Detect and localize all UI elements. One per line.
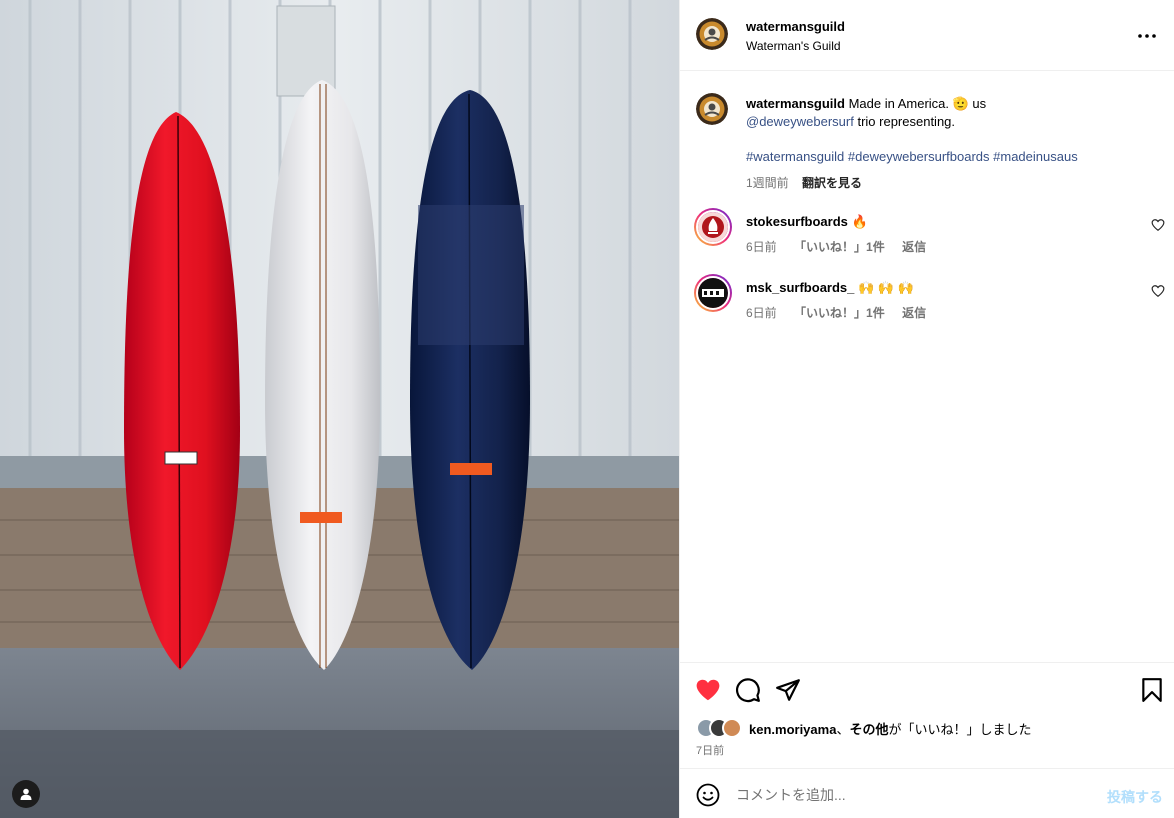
liked-by-username[interactable]: ken.moriyama (749, 722, 836, 737)
avatar[interactable] (696, 18, 728, 50)
caption-avatar[interactable] (696, 93, 728, 125)
comment-item: msk_surfboards_ 🙌 🙌 🙌 6日前 「いいね！」1件 返信 (680, 274, 1174, 334)
post-comment-button[interactable]: 投稿する (1107, 787, 1163, 807)
comment-body: 🔥 (847, 214, 868, 229)
more-options-button[interactable] (1135, 24, 1159, 48)
comment-item: stokesurfboards 🔥 6日前 「いいね！」1件 返信 (680, 208, 1174, 268)
surfboards-image (0, 0, 679, 818)
commenter-avatar[interactable] (694, 208, 732, 246)
msk-surfboards-logo-icon (698, 278, 728, 308)
comment-username[interactable]: stokesurfboards (746, 214, 848, 229)
instagram-post-modal: watermansguild Waterman's Guild waterman… (0, 0, 1174, 818)
send-icon[interactable] (775, 677, 801, 703)
post-actions: ken.moriyama、その他が「いいね！」しました 7日前 (680, 662, 1174, 768)
see-translation-button[interactable]: 翻訳を見る (802, 176, 862, 190)
liked-by-others[interactable]: その他 (849, 722, 888, 737)
caption-mention-link[interactable]: @deweywebersurf (746, 114, 854, 129)
comment-time[interactable]: 6日前 (746, 240, 777, 254)
comment-text: stokesurfboards 🔥 (746, 214, 868, 230)
heart-outline-icon[interactable] (1151, 284, 1165, 298)
caption-username[interactable]: watermansguild (746, 96, 845, 111)
liked-by-separator: 、 (836, 721, 850, 737)
caption-text-3: trio representing. (853, 114, 956, 129)
post-author-subtitle[interactable]: Waterman's Guild (746, 39, 841, 53)
liked-by-suffix: が「いいね！」しました (888, 721, 1032, 737)
comment-username[interactable]: msk_surfboards_ (746, 280, 854, 295)
comment-likes[interactable]: 「いいね！」1件 (794, 240, 885, 254)
more-horizontal-icon (1138, 34, 1156, 38)
comment-input[interactable] (736, 782, 1096, 808)
watermansguild-logo-icon (696, 18, 728, 50)
comment-text: msk_surfboards_ 🙌 🙌 🙌 (746, 280, 914, 296)
post-header: watermansguild Waterman's Guild (680, 0, 1174, 71)
post-author-username[interactable]: watermansguild (746, 19, 845, 34)
caption-text: Made in America. (844, 96, 953, 111)
add-comment-bar: 投稿する (680, 768, 1174, 818)
commenter-avatar[interactable] (694, 274, 732, 312)
stokesurfboards-logo-icon (698, 212, 728, 242)
comment-time[interactable]: 6日前 (746, 306, 777, 320)
caption-meta: 1週間前 翻訳を見る (746, 174, 862, 191)
heart-filled-icon[interactable] (695, 677, 721, 703)
comment-meta: 6日前 「いいね！」1件 返信 (746, 304, 940, 321)
reply-button[interactable]: 返信 (902, 306, 926, 320)
post-caption: watermansguild Made in America. 🫡 us @de… (746, 95, 1146, 131)
user-icon (20, 788, 32, 800)
bookmark-icon[interactable] (1139, 677, 1165, 703)
post-date[interactable]: 7日前 (696, 742, 724, 758)
emoji-icon[interactable] (696, 783, 720, 807)
comments-section: watermansguild Made in America. 🫡 us @de… (680, 72, 1174, 662)
post-side-panel: watermansguild Waterman's Guild waterman… (679, 0, 1174, 818)
caption-hashtags[interactable]: #watermansguild #deweywebersurfboards #m… (746, 149, 1078, 164)
comment-meta: 6日前 「いいね！」1件 返信 (746, 238, 940, 255)
reply-button[interactable]: 返信 (902, 240, 926, 254)
comment-likes[interactable]: 「いいね！」1件 (794, 306, 885, 320)
caption-time[interactable]: 1週間前 (746, 176, 789, 190)
tagged-users-button[interactable] (12, 780, 40, 808)
comment-body: 🙌 🙌 🙌 (854, 280, 914, 295)
comment-icon[interactable] (735, 677, 761, 703)
caption-emoji: 🫡 (952, 96, 969, 111)
liked-by-text: ken.moriyama、その他が「いいね！」しました (749, 719, 1031, 738)
post-photo[interactable] (0, 0, 679, 818)
watermansguild-logo-icon (696, 93, 728, 125)
liked-by-line: ken.moriyama、その他が「いいね！」しました (696, 717, 1031, 739)
caption-text-2: us (968, 96, 987, 111)
liker-avatar[interactable] (722, 718, 742, 738)
heart-outline-icon[interactable] (1151, 218, 1165, 232)
